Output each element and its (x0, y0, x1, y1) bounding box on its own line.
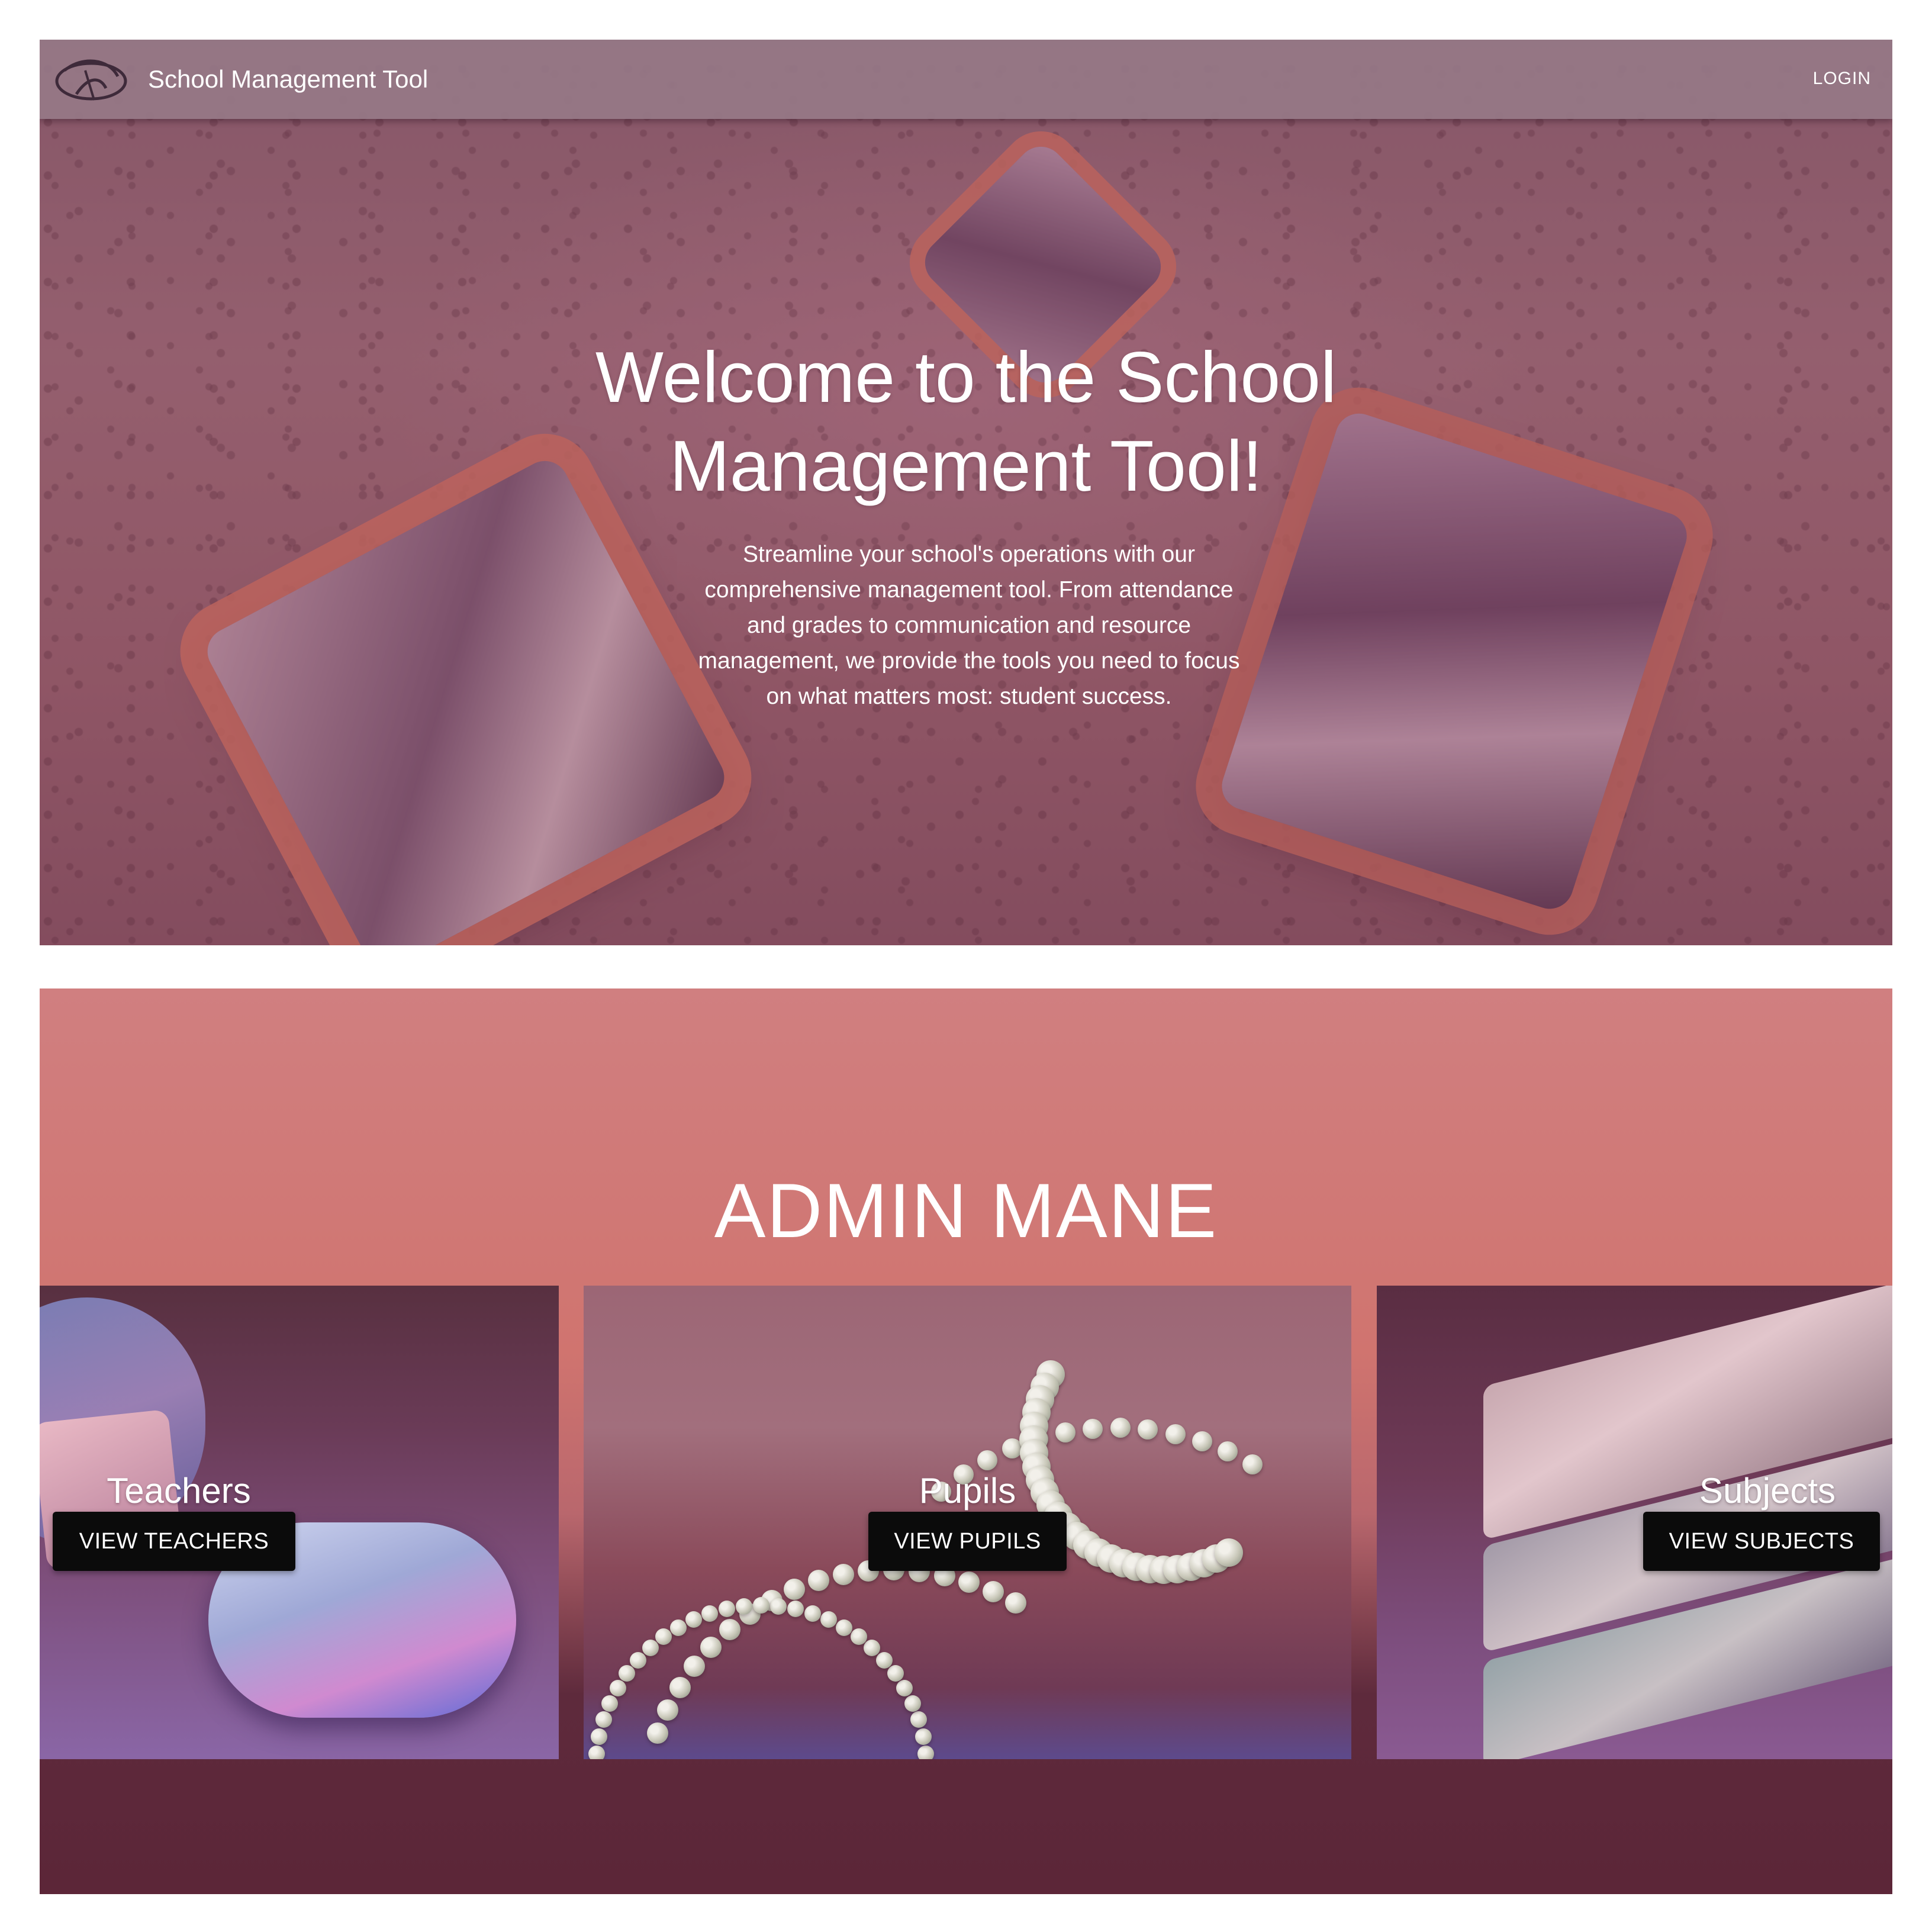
bead-decoration (670, 1619, 687, 1636)
bead-decoration (1165, 1424, 1186, 1444)
subjects-label: Subjects (1699, 1471, 1836, 1511)
bead-decoration (820, 1611, 837, 1628)
bead-decoration (1082, 1418, 1103, 1439)
bead-decoration (917, 1745, 935, 1759)
bead-decoration (836, 1619, 852, 1636)
bead-decoration (601, 1695, 619, 1712)
page: School Management Tool LOGIN Welcome to … (0, 0, 1932, 1932)
bead-decoration (982, 1580, 1004, 1602)
bead-decoration (609, 1680, 626, 1696)
bead-decoration (958, 1572, 980, 1593)
bead-decoration (657, 1699, 679, 1721)
bead-decoration (832, 1563, 854, 1585)
bead-decoration (915, 1728, 932, 1745)
bead-decoration (684, 1656, 706, 1677)
bead-decoration (735, 1598, 752, 1615)
bead-decoration (876, 1651, 893, 1669)
bead-decoration (896, 1680, 913, 1696)
login-link[interactable]: LOGIN (1813, 67, 1871, 91)
bead-decoration (619, 1665, 636, 1682)
bead-decoration (655, 1628, 672, 1646)
swirl-logo-icon[interactable] (53, 53, 130, 106)
bead-decoration (887, 1665, 904, 1682)
bead-decoration (629, 1651, 646, 1669)
bead-decoration (647, 1722, 669, 1744)
bead-decoration (910, 1711, 928, 1728)
bead-decoration (685, 1611, 703, 1628)
bead-decoration (700, 1636, 722, 1658)
bead-decoration (1218, 1441, 1238, 1462)
bead-decoration (784, 1579, 806, 1601)
navbar: School Management Tool LOGIN (40, 40, 1892, 119)
bead-decoration (595, 1711, 612, 1728)
bead-decoration (588, 1745, 605, 1759)
bead-decoration (701, 1605, 719, 1622)
hero-title: Welcome to the School Management Tool! (552, 333, 1380, 510)
hero-section: School Management Tool LOGIN Welcome to … (40, 40, 1892, 945)
bead-decoration (804, 1605, 821, 1622)
bead-decoration (1192, 1431, 1212, 1452)
bead-decoration (850, 1628, 867, 1646)
admin-heading: ADMIN MANE (714, 1167, 1218, 1254)
view-teachers-button[interactable]: VIEW TEACHERS (53, 1512, 295, 1571)
bead-decoration (718, 1601, 735, 1618)
bead-decoration (669, 1676, 691, 1698)
hero-title-line1: Welcome to the School (595, 337, 1337, 417)
subjects-card: Subjects VIEW SUBJECTS (1377, 1286, 1892, 1759)
bead-decoration (719, 1619, 740, 1641)
view-subjects-button[interactable]: VIEW SUBJECTS (1643, 1512, 1880, 1571)
bead-decoration (1055, 1422, 1076, 1443)
brand-title[interactable]: School Management Tool (148, 63, 428, 95)
admin-section: ADMIN MANE Teachers VIEW TEACHERS Pupils… (40, 988, 1892, 1894)
bead-decoration (1110, 1418, 1131, 1438)
bead-decoration (1138, 1419, 1158, 1440)
teachers-label: Teachers (107, 1471, 251, 1511)
bead-decoration (787, 1601, 804, 1618)
bead-decoration (770, 1598, 787, 1615)
bead-decoration (591, 1728, 608, 1745)
bead-decoration (1215, 1538, 1243, 1567)
pupils-label: Pupils (919, 1471, 1016, 1511)
bead-decoration (864, 1639, 881, 1656)
bead-decoration (807, 1570, 829, 1592)
hero-title-line2: Management Tool! (669, 426, 1263, 506)
bead-decoration (642, 1639, 659, 1656)
bead-decoration (904, 1695, 921, 1712)
hero-subtitle: Streamline your school's operations with… (698, 542, 1240, 709)
bead-decoration (1005, 1592, 1026, 1614)
bead-decoration (753, 1597, 769, 1614)
teachers-card: Teachers VIEW TEACHERS (40, 1286, 559, 1759)
view-pupils-button[interactable]: VIEW PUPILS (868, 1512, 1067, 1571)
bead-decoration (977, 1450, 997, 1471)
pupils-card: Pupils VIEW PUPILS (584, 1286, 1351, 1759)
